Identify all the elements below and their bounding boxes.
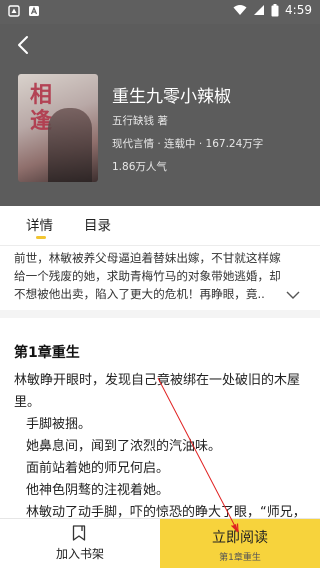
book-popularity: 1.86万人气	[112, 161, 167, 173]
cover-figure-art	[48, 108, 92, 182]
book-title: 重生九零小辣椒	[112, 87, 231, 107]
chapter-paragraph: 面前站着她的师兄何启。	[26, 461, 170, 476]
synopsis-line: 前世，林敏被养父母逼迫着替妹出嫁，不甘就这样嫁	[14, 251, 281, 265]
bookmark-icon	[72, 525, 86, 541]
book-meta: 现代言情 · 连载中 · 167.24万字	[112, 138, 264, 150]
status-bar: 4:59	[0, 0, 320, 24]
system-indicators: 4:59	[233, 3, 312, 17]
status-time: 4:59	[285, 3, 312, 17]
chapter-title: 第1章重生	[14, 345, 80, 361]
app-notification-icon	[8, 5, 20, 17]
synopsis-line: 不想被他出卖，陷入了更大的危机！再睁眼，竟..	[14, 287, 265, 301]
add-to-shelf-label: 加入书架	[55, 547, 104, 561]
book-author[interactable]: 五行缺钱 著	[112, 113, 168, 128]
detail-tabs: 详情 目录	[0, 206, 320, 246]
chevron-down-icon[interactable]	[286, 290, 300, 300]
read-now-chapter-label: 第1章重生	[219, 553, 261, 563]
notification-icons	[8, 5, 40, 17]
book-header: 相逢 重生九零小辣椒 五行缺钱 著 现代言情 · 连载中 · 167.24万字 …	[0, 24, 320, 206]
synopsis[interactable]: 前世，林敏被养父母逼迫着替妹出嫁，不甘就这样嫁 给一个残废的她，求助青梅竹马的对…	[0, 246, 320, 310]
text-notification-icon	[29, 6, 39, 16]
chapter-paragraph: 林敏睁开眼时，发现自己竟被绑在一处破旧的木屋里。	[14, 373, 301, 410]
back-button[interactable]	[8, 30, 38, 60]
chapter-preview: 第1章重生 林敏睁开眼时，发现自己竟被绑在一处破旧的木屋里。 手脚被捆。 她鼻息…	[0, 318, 320, 518]
tab-contents[interactable]: 目录	[84, 214, 111, 234]
chapter-paragraph: 手脚被捆。	[26, 417, 92, 432]
tab-details[interactable]: 详情	[26, 214, 53, 234]
chapter-paragraph: 她鼻息间，闻到了浓烈的汽油味。	[26, 439, 222, 454]
book-cover[interactable]: 相逢	[18, 74, 98, 182]
back-arrow-icon	[18, 36, 28, 54]
chapter-paragraph: 他神色阴骜的注视着她。	[26, 483, 170, 498]
battery-icon	[271, 3, 279, 16]
chapter-paragraph: 林敏动了动手脚，吓的惊恐的睁大了眼，“师兄，这是哪里？谁绑的我？”	[26, 505, 306, 518]
synopsis-line: 给一个残废的她，求助青梅竹马的对象带她逃婚，却	[14, 269, 281, 283]
add-to-shelf-button[interactable]: 加入书架	[0, 519, 160, 568]
read-now-button[interactable]: 立即阅读 第1章重生	[160, 519, 320, 568]
read-now-label: 立即阅读	[212, 530, 268, 546]
active-tab-indicator	[36, 236, 46, 239]
wifi-icon	[233, 5, 247, 15]
bottom-action-bar: 加入书架 立即阅读 第1章重生	[0, 518, 320, 568]
signal-icon	[254, 5, 265, 15]
